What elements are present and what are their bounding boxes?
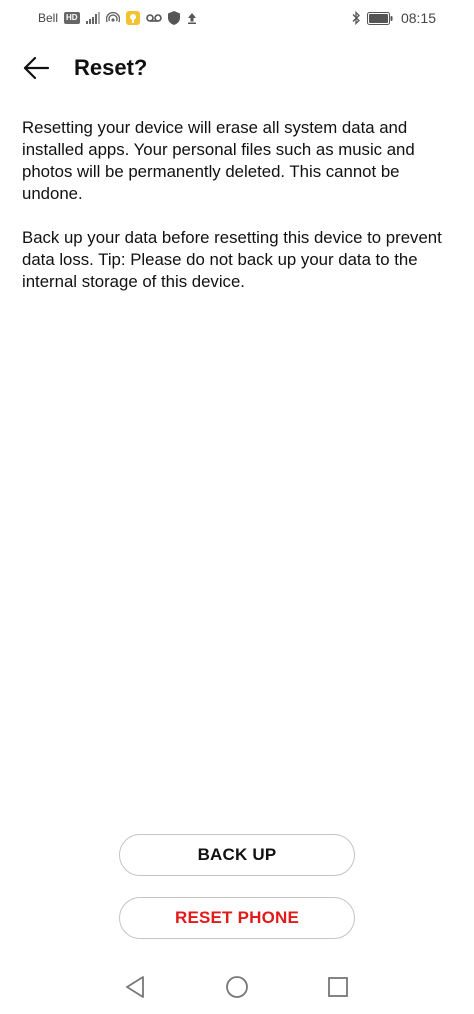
carrier-label: Bell (38, 11, 59, 25)
status-right: 08:15 (351, 10, 436, 26)
upload-icon (186, 11, 198, 25)
clock: 08:15 (400, 10, 436, 26)
status-left: Bell HD (38, 11, 198, 25)
square-recents-icon (328, 977, 348, 997)
shield-icon (167, 11, 180, 25)
triangle-back-icon (126, 976, 144, 998)
voicemail-icon (145, 11, 162, 25)
nav-home-button[interactable] (224, 974, 250, 1000)
battery-icon (366, 11, 393, 25)
status-bar: Bell HD 08:15 (0, 0, 474, 36)
circle-home-icon (226, 976, 248, 998)
navigation-bar (0, 964, 474, 1010)
nav-recents-button[interactable] (325, 974, 351, 1000)
arrow-left-icon (23, 56, 50, 80)
back-button[interactable] (18, 52, 54, 84)
header: Reset? (0, 44, 474, 92)
screen: Bell HD 08:15 Reset? Resetting your devi… (0, 0, 474, 1014)
hd-badge: HD (64, 12, 80, 24)
notification-icon (125, 11, 140, 25)
reset-description: Resetting your device will erase all sys… (22, 117, 452, 315)
warning-text: Resetting your device will erase all sys… (22, 118, 415, 203)
reset-phone-button[interactable]: RESET PHONE (119, 897, 355, 939)
nav-back-button[interactable] (123, 974, 149, 1000)
backup-tip-text: Back up your data before resetting this … (22, 228, 442, 291)
page-title: Reset? (74, 55, 148, 80)
back-up-button[interactable]: BACK UP (119, 834, 355, 876)
signal-icon (85, 11, 100, 25)
hotspot-icon (105, 11, 120, 25)
bluetooth-icon (351, 11, 361, 25)
